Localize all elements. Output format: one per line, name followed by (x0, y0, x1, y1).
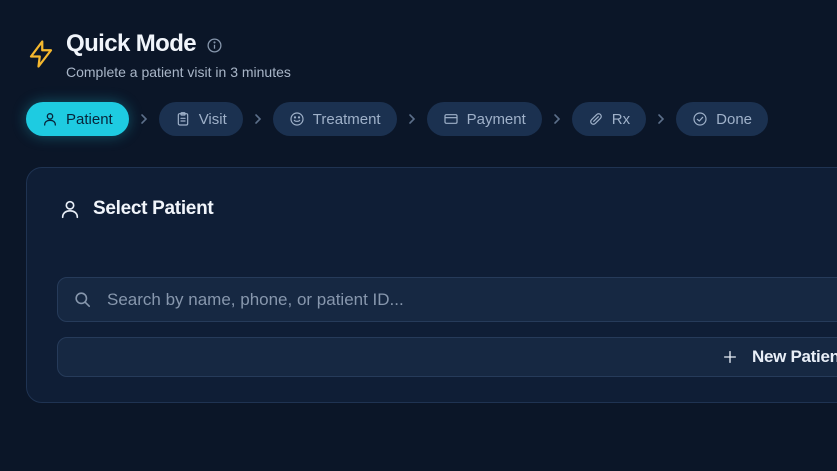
patient-search-box (57, 277, 837, 322)
search-icon (75, 292, 91, 308)
pill-icon (589, 113, 602, 125)
step-label: Visit (198, 110, 227, 128)
step-label: Patient (66, 110, 113, 128)
step-label: Treatment (312, 110, 381, 128)
step-label: Done (716, 110, 752, 128)
chevron-right-icon (542, 113, 572, 125)
card-header: Select Patient (59, 198, 214, 220)
card-title: Select Patient (93, 198, 214, 219)
step-label: Rx (611, 110, 631, 128)
step-patient[interactable]: Patient (26, 102, 129, 136)
check-circle-icon (693, 112, 707, 126)
credit-card-icon (443, 114, 458, 124)
chevron-right-icon (646, 113, 676, 125)
step-treatment[interactable]: Treatment (272, 102, 397, 136)
new-patient-label: New Patient (752, 347, 837, 366)
chevron-right-icon (397, 113, 427, 125)
title-row: Quick Mode (66, 30, 223, 58)
page-title: Quick Mode (66, 30, 197, 57)
step-rx[interactable]: Rx (571, 102, 647, 136)
user-icon (44, 113, 56, 126)
step-navigation: Patient Visit Treatment Payment Rx Done (26, 102, 768, 136)
step-payment[interactable]: Payment (426, 102, 542, 136)
quick-mode-page: Quick Mode Complete a patient visit in 3… (0, 0, 837, 471)
clipboard-icon (177, 112, 188, 126)
info-icon[interactable] (206, 37, 223, 54)
patient-search-input[interactable] (107, 289, 747, 310)
page-subtitle: Complete a patient visit in 3 minutes (66, 64, 291, 80)
chevron-right-icon (243, 113, 273, 125)
select-patient-card: Select Patient New Patient (26, 167, 837, 403)
new-patient-button[interactable]: New Patient (57, 337, 837, 377)
chevron-right-icon (129, 113, 159, 125)
plus-icon (724, 351, 736, 363)
step-visit[interactable]: Visit (158, 102, 243, 136)
lightning-icon (29, 40, 53, 68)
step-label: Payment (466, 110, 526, 128)
step-done[interactable]: Done (676, 102, 768, 136)
smile-icon (290, 112, 304, 126)
user-icon (61, 200, 79, 219)
